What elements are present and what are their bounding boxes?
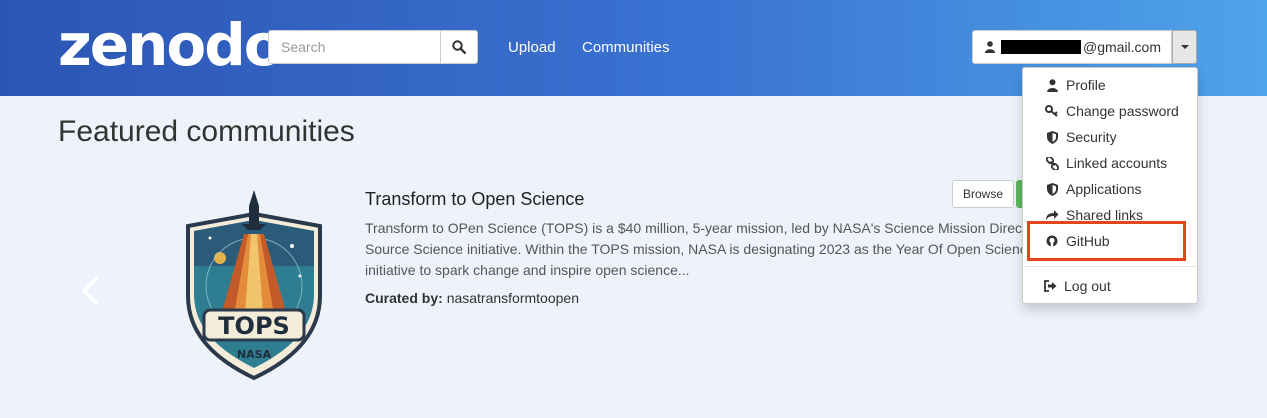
community-title[interactable]: Transform to Open Science [365, 189, 584, 210]
zenodo-logo[interactable]: zenodo [58, 10, 284, 80]
nav-upload-link[interactable]: Upload [508, 39, 556, 56]
menu-item-log-out[interactable]: Log out [1023, 274, 1197, 298]
user-email: @gmail.com [1083, 39, 1162, 55]
search-icon [452, 40, 466, 54]
description-line: Source Science initiative. Within the TO… [365, 241, 1025, 257]
user-icon [985, 41, 995, 53]
share-icon [1045, 208, 1059, 222]
menu-item-linked-accounts[interactable]: Linked accounts [1023, 151, 1197, 175]
menu-item-applications[interactable]: Applications [1023, 177, 1197, 201]
curator-name: nasatransformtoopen [446, 290, 579, 306]
menu-item-label: Applications [1066, 181, 1142, 197]
description-line: Transform to OPen Science (TOPS) is a $4… [365, 220, 1025, 236]
menu-item-label: Change password [1066, 103, 1179, 119]
search-form [268, 30, 478, 64]
community-description: Transform to OPen Science (TOPS) is a $4… [365, 218, 1025, 281]
redacted-email [1001, 40, 1081, 54]
user-dropdown-menu: Profile Change password Security Linked … [1022, 67, 1198, 304]
link-icon [1045, 156, 1059, 170]
caret-down-icon [1180, 45, 1189, 49]
menu-item-label: Security [1066, 129, 1117, 145]
github-highlight-box [1027, 221, 1186, 261]
menu-item-label: Profile [1066, 77, 1106, 93]
menu-item-label: Linked accounts [1066, 155, 1168, 171]
user-menu-button[interactable]: @gmail.com [972, 30, 1172, 64]
search-input[interactable] [268, 30, 440, 64]
menu-item-security[interactable]: Security [1023, 125, 1197, 149]
curated-by: Curated by: nasatransformtoopen [365, 290, 579, 306]
search-button[interactable] [440, 30, 478, 64]
curated-label: Curated by: [365, 290, 443, 306]
menu-item-profile[interactable]: Profile [1023, 73, 1197, 97]
user-icon [1045, 78, 1059, 92]
menu-item-label: Log out [1064, 278, 1111, 294]
user-menu-toggle[interactable] [1172, 30, 1197, 64]
sign-out-icon [1043, 279, 1057, 293]
badge-text: TOPS [218, 312, 290, 340]
chevron-left-icon[interactable] [78, 276, 102, 306]
description-line: initiative to spark change and inspire o… [365, 262, 690, 278]
shield-icon [1045, 182, 1059, 196]
community-logo[interactable]: TOPS NASA [180, 186, 328, 382]
nav-communities-link[interactable]: Communities [582, 39, 670, 56]
menu-divider [1023, 266, 1197, 267]
menu-item-change-password[interactable]: Change password [1023, 99, 1197, 123]
shield-icon [1045, 130, 1059, 144]
page-title: Featured communities [58, 115, 355, 148]
badge-subtext: NASA [237, 348, 272, 361]
browse-button[interactable]: Browse [952, 180, 1014, 208]
key-icon [1045, 104, 1059, 118]
